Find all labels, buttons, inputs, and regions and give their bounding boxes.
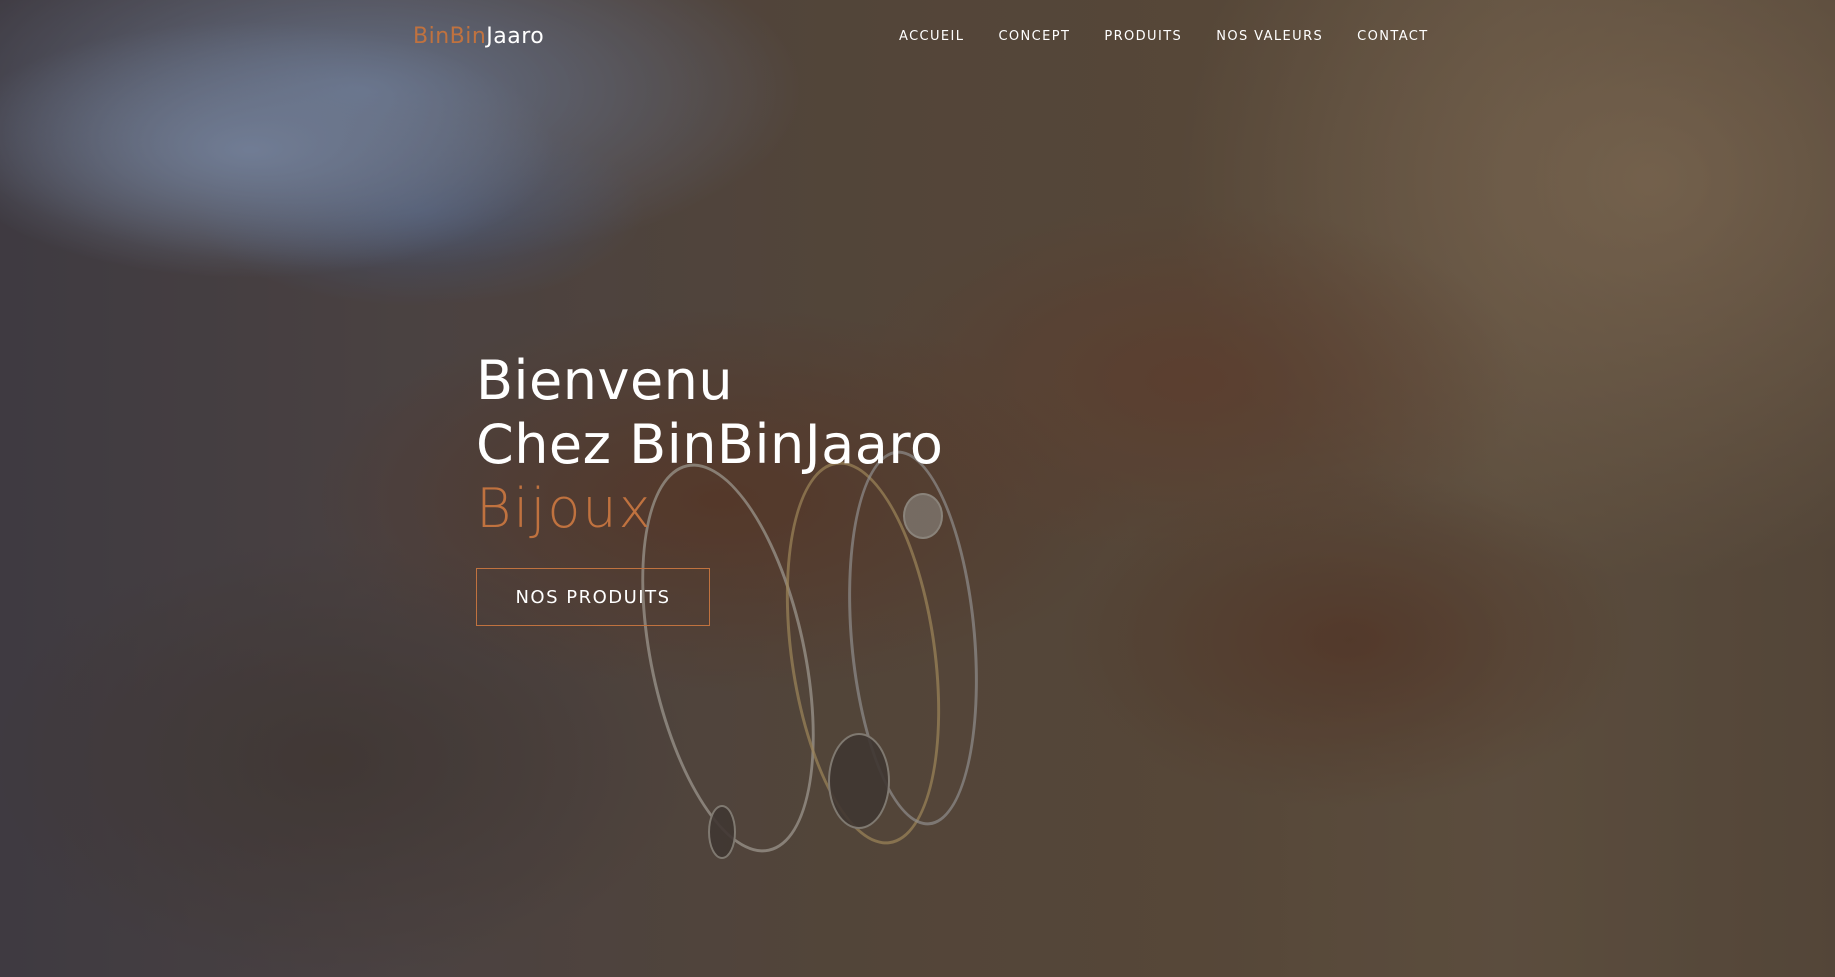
logo-main-text: Jaaro [486,24,545,49]
nav-accueil[interactable]: ACCUEIL [899,29,964,44]
nav-concept[interactable]: CONCEPT [998,29,1070,44]
hero-line-brand: Chez BinBinJaaro [476,413,944,476]
hero-heading: Bienvenu Chez BinBinJaaro Bijoux [476,349,943,541]
logo-accent-text: BinBin [413,24,487,49]
hero-line-category: Bijoux [476,477,653,540]
site-logo[interactable]: BinBin Jaaro [413,24,544,49]
navbar: BinBin Jaaro ACCUEIL CONCEPT PRODUITS NOS… [0,0,1835,78]
nos-produits-button[interactable]: NOS PRODUITS [476,568,710,626]
main-nav: ACCUEIL CONCEPT PRODUITS NOS VALEURS CON… [899,29,1429,44]
nav-contact[interactable]: CONTACT [1357,29,1428,44]
nav-produits[interactable]: PRODUITS [1104,29,1182,44]
hero-line-welcome: Bienvenu [476,349,734,412]
hero-section: BinBin Jaaro ACCUEIL CONCEPT PRODUITS NOS… [0,0,1835,977]
nav-nos-valeurs[interactable]: NOS VALEURS [1216,29,1323,44]
